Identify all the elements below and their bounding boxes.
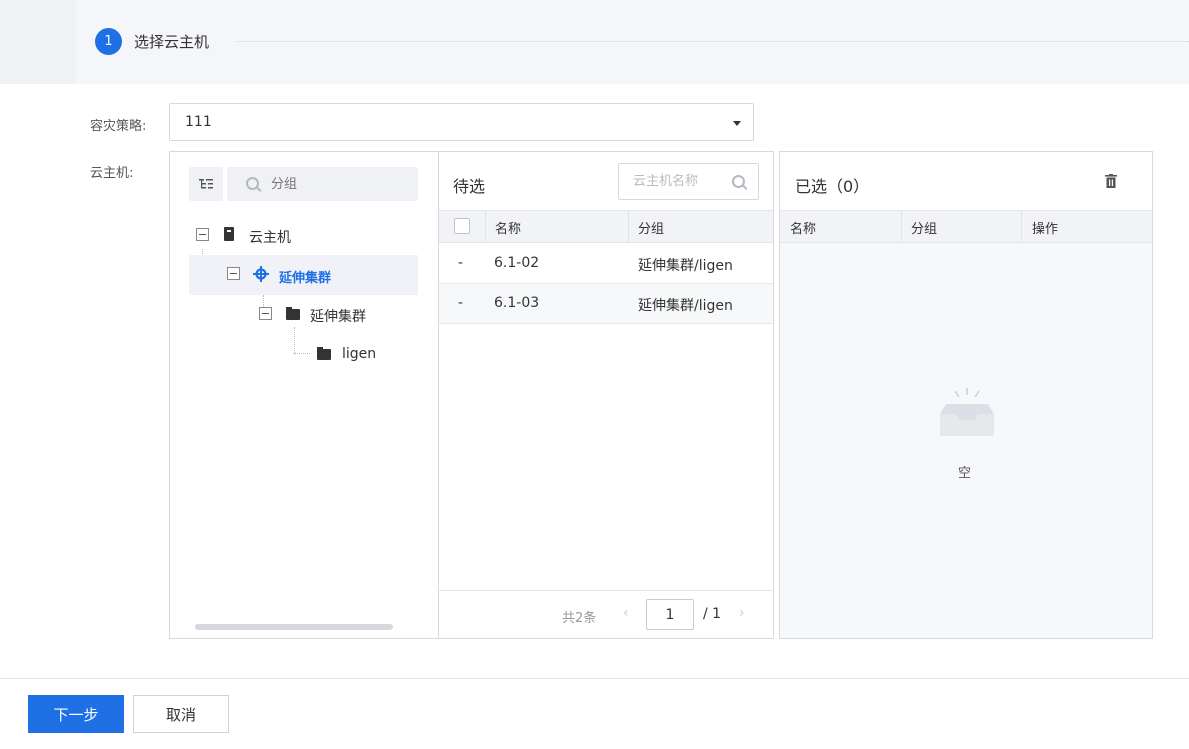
pagination-total: 共2条 bbox=[562, 611, 597, 626]
folder-icon bbox=[286, 307, 300, 320]
tree-node-cluster[interactable]: 延伸集群 bbox=[189, 255, 418, 295]
search-icon[interactable] bbox=[732, 175, 745, 188]
host-name-search-input[interactable]: 云主机名称 bbox=[618, 163, 759, 200]
column-header-group[interactable]: 分组 bbox=[638, 218, 664, 237]
tree-node-subcluster[interactable]: 延伸集群 bbox=[189, 295, 418, 335]
pagination-page-count: / 1 bbox=[703, 606, 722, 622]
tree-node-label: 延伸集群 bbox=[279, 271, 332, 286]
folder-icon bbox=[317, 347, 331, 360]
collapse-toggle-icon[interactable] bbox=[227, 267, 240, 280]
tree-node-hosts[interactable]: 云主机 bbox=[189, 216, 418, 256]
selected-title: 已选（0） bbox=[795, 177, 870, 196]
policy-select-value: 111 bbox=[185, 114, 212, 130]
table-row[interactable]: - 6.1-02 延伸集群/ligen bbox=[439, 244, 773, 284]
cluster-icon bbox=[253, 266, 269, 282]
tree-horizontal-scrollbar[interactable] bbox=[195, 624, 393, 630]
selected-panel: 已选（0） 名称 分组 操作 空 bbox=[779, 151, 1153, 639]
column-header-name[interactable]: 名称 bbox=[495, 218, 521, 237]
tree-node-label: 云主机 bbox=[249, 230, 291, 246]
table-row[interactable]: - 6.1-03 延伸集群/ligen bbox=[439, 284, 773, 324]
column-divider bbox=[485, 211, 486, 242]
step-header: 1 选择云主机 bbox=[0, 0, 1189, 84]
row-name: 6.1-03 bbox=[494, 295, 540, 311]
column-header-actions: 操作 bbox=[1032, 222, 1059, 237]
row-name: 6.1-02 bbox=[494, 255, 540, 271]
prev-page-icon[interactable]: ‹ bbox=[623, 605, 629, 621]
row-group: 延伸集群/ligen bbox=[638, 298, 733, 314]
tree-node-label: ligen bbox=[342, 346, 377, 362]
caret-down-icon bbox=[733, 121, 741, 126]
next-page-icon[interactable]: › bbox=[739, 605, 745, 621]
trash-icon[interactable] bbox=[1105, 174, 1117, 188]
candidates-title: 待选 bbox=[453, 177, 486, 196]
step-title: 选择云主机 bbox=[134, 33, 210, 51]
search-icon bbox=[246, 177, 259, 190]
tree-collapse-icon bbox=[199, 179, 213, 189]
candidates-table-header: 名称 分组 bbox=[439, 210, 773, 243]
next-step-button[interactable]: 下一步 bbox=[28, 695, 124, 733]
column-header-group[interactable]: 分组 bbox=[911, 218, 937, 237]
policy-label: 容灾策略: bbox=[90, 119, 147, 134]
policy-select[interactable]: 111 bbox=[169, 103, 754, 141]
host-label: 云主机: bbox=[90, 166, 134, 181]
server-icon bbox=[224, 227, 234, 241]
empty-state-text: 空 bbox=[958, 466, 972, 481]
column-divider bbox=[901, 211, 902, 242]
cancel-button[interactable]: 取消 bbox=[133, 695, 229, 733]
page-number-input[interactable] bbox=[646, 599, 694, 630]
column-divider bbox=[1021, 211, 1022, 242]
tree-node-ligen[interactable]: ligen bbox=[189, 335, 418, 375]
row-state: - bbox=[458, 295, 464, 311]
empty-inbox-icon bbox=[940, 388, 994, 436]
group-tree-panel: 云主机 延伸集群 延伸集群 ligen bbox=[169, 151, 439, 639]
selected-panel-header: 已选（0） bbox=[780, 152, 1152, 210]
tree-node-label: 延伸集群 bbox=[310, 309, 366, 325]
selected-table-header: 名称 分组 操作 bbox=[780, 210, 1152, 243]
step-divider bbox=[236, 41, 1189, 42]
row-state: - bbox=[458, 255, 464, 271]
host-name-search-placeholder: 云主机名称 bbox=[633, 174, 699, 189]
collapse-toggle-icon[interactable] bbox=[196, 228, 209, 241]
step-number-badge: 1 bbox=[95, 28, 122, 55]
column-divider bbox=[628, 211, 629, 242]
collapse-toggle-icon[interactable] bbox=[259, 307, 272, 320]
footer-divider bbox=[0, 678, 1189, 679]
row-group: 延伸集群/ligen bbox=[638, 258, 733, 274]
column-header-name[interactable]: 名称 bbox=[790, 218, 816, 237]
candidates-panel: 待选 云主机名称 名称 分组 - 6.1-02 延伸集群/ligen - 6.1… bbox=[438, 151, 774, 639]
step-header-gutter bbox=[0, 0, 76, 84]
pagination: 共2条 ‹ / 1 › bbox=[439, 590, 773, 639]
collapse-tree-button[interactable] bbox=[189, 167, 223, 201]
select-all-checkbox[interactable] bbox=[454, 218, 470, 234]
